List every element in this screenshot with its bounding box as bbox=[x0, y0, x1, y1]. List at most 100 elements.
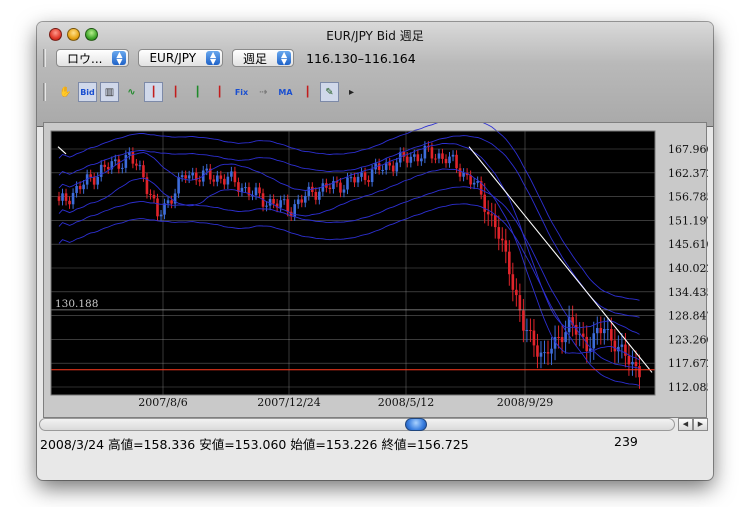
candle-body bbox=[536, 345, 539, 357]
chart-type-value: ロウ... bbox=[67, 51, 103, 66]
horizontal-scrollbar[interactable]: ◀ ▶ bbox=[39, 416, 709, 433]
candle-body bbox=[339, 182, 342, 193]
price-tick-label: 156.785 bbox=[668, 191, 708, 204]
candle-body bbox=[103, 164, 107, 167]
candle-body bbox=[434, 158, 437, 160]
candle-body bbox=[497, 227, 501, 239]
fix-icon[interactable]: Fix bbox=[232, 82, 251, 102]
price-tick-label: 134.435 bbox=[668, 286, 708, 299]
candle-body bbox=[296, 199, 300, 205]
bid-ask-icon[interactable]: Bid bbox=[78, 82, 97, 102]
chart-area[interactable]: 167.960 162.372 156.785 151.197 145.610 140.0… bbox=[43, 122, 708, 419]
bollinger-band-line bbox=[58, 186, 640, 369]
pencil-icon[interactable]: ✎ bbox=[320, 82, 339, 102]
candle-body bbox=[233, 171, 237, 183]
candle-body bbox=[177, 177, 180, 194]
scroll-track[interactable] bbox=[39, 418, 675, 431]
candle-body bbox=[546, 352, 550, 354]
candle-body bbox=[430, 147, 434, 159]
candle-body bbox=[437, 153, 441, 159]
candle-body bbox=[307, 186, 311, 196]
candle-body bbox=[61, 193, 64, 201]
candle-body bbox=[518, 295, 522, 311]
chart-type-select[interactable]: ロウ... ▲ ▼ bbox=[56, 49, 130, 67]
plot-frame bbox=[50, 130, 656, 396]
candle-body bbox=[363, 172, 367, 181]
candle-body bbox=[444, 158, 448, 164]
candlestick-mixed-icon[interactable]: ┃ bbox=[188, 82, 207, 102]
scroll-thumb[interactable] bbox=[405, 418, 427, 431]
period-select[interactable]: 週足 ▲ ▼ bbox=[232, 49, 295, 67]
candle-body bbox=[508, 251, 511, 275]
candle-body bbox=[205, 168, 209, 171]
candle-body bbox=[226, 176, 230, 185]
candle-body bbox=[515, 289, 518, 296]
candle-body bbox=[166, 200, 170, 204]
symbol-select[interactable]: EUR/JPY ▲ ▼ bbox=[138, 49, 224, 67]
price-tick-label: 151.197 bbox=[668, 214, 708, 227]
candle-body bbox=[360, 172, 363, 177]
hand-icon[interactable]: ✋ bbox=[56, 82, 75, 102]
candle-body bbox=[486, 211, 490, 215]
oscillator-icon[interactable]: ∿ bbox=[122, 82, 141, 102]
candle-body bbox=[560, 337, 564, 343]
toolbar-grip[interactable] bbox=[43, 83, 46, 101]
candle-body bbox=[511, 274, 515, 290]
candle-body bbox=[75, 185, 78, 193]
candle-body bbox=[124, 154, 128, 168]
candle-body bbox=[592, 333, 596, 349]
candle-body bbox=[68, 200, 71, 205]
toolbar-grip[interactable] bbox=[43, 49, 46, 67]
candle-body bbox=[131, 151, 135, 164]
candle-body bbox=[170, 200, 173, 204]
candle-body bbox=[529, 330, 532, 332]
candle-body bbox=[163, 203, 166, 215]
candle-body bbox=[216, 175, 219, 182]
bars-overlay-icon[interactable]: ┃ bbox=[298, 82, 317, 102]
export-icon[interactable]: ▸ bbox=[342, 82, 361, 102]
candle-body bbox=[349, 177, 353, 179]
candle-body bbox=[244, 187, 247, 189]
candlestick-color-icon[interactable]: ┃ bbox=[166, 82, 185, 102]
candle-body bbox=[135, 163, 138, 166]
candle-body bbox=[627, 355, 631, 365]
candle-body bbox=[595, 327, 599, 334]
status-bar: 2008/3/24 高値=158.336 安値=153.060 始値=153.2… bbox=[37, 434, 713, 454]
ma-fix-icon[interactable]: MA bbox=[276, 82, 295, 102]
candle-body bbox=[89, 174, 92, 178]
date-tick-label: 2008/9/29 bbox=[497, 396, 553, 409]
candlestick-chart[interactable]: 167.960 162.372 156.785 151.197 145.610 140.0… bbox=[44, 123, 708, 419]
candle-body bbox=[314, 192, 318, 200]
bar-count: 239 bbox=[614, 434, 638, 449]
candle-body bbox=[564, 332, 567, 343]
candle-body bbox=[409, 156, 413, 163]
candle-body bbox=[599, 327, 603, 334]
candle-body bbox=[603, 329, 606, 334]
candle-body bbox=[191, 172, 194, 176]
candle-body bbox=[240, 187, 244, 192]
candle-body bbox=[606, 329, 610, 331]
scroll-left-arrow[interactable]: ◀ bbox=[678, 418, 693, 431]
trend-line bbox=[468, 146, 653, 373]
bar-chart-icon[interactable]: ┃ bbox=[210, 82, 229, 102]
candle-body bbox=[223, 178, 226, 185]
candle-body bbox=[272, 198, 275, 204]
title-bar[interactable]: EUR/JPY Bid 週足 ロウ... ▲ ▼ EUR/JPY ▲ ▼ 週足 ▲ ▼… bbox=[37, 22, 713, 127]
arrow-icon[interactable]: ⇢ bbox=[254, 82, 273, 102]
updown-arrows-icon: ▲ ▼ bbox=[112, 51, 127, 66]
candle-body bbox=[184, 175, 187, 179]
candle-body bbox=[187, 175, 191, 179]
volume-chart-icon[interactable]: ▥ bbox=[100, 82, 119, 102]
candle-body bbox=[113, 159, 117, 162]
date-tick-label: 2008/5/12 bbox=[378, 396, 434, 409]
marker-label: 130.188 bbox=[55, 298, 98, 310]
candle-body bbox=[377, 163, 381, 171]
candle-body bbox=[391, 165, 395, 172]
candlestick-icon[interactable]: ┃ bbox=[144, 82, 163, 102]
candle-body bbox=[624, 344, 627, 356]
candle-body bbox=[353, 177, 356, 183]
candle-body bbox=[300, 199, 304, 203]
candle-body bbox=[638, 366, 641, 378]
scroll-right-arrow[interactable]: ▶ bbox=[693, 418, 708, 431]
price-tick-label: 145.610 bbox=[668, 238, 708, 251]
